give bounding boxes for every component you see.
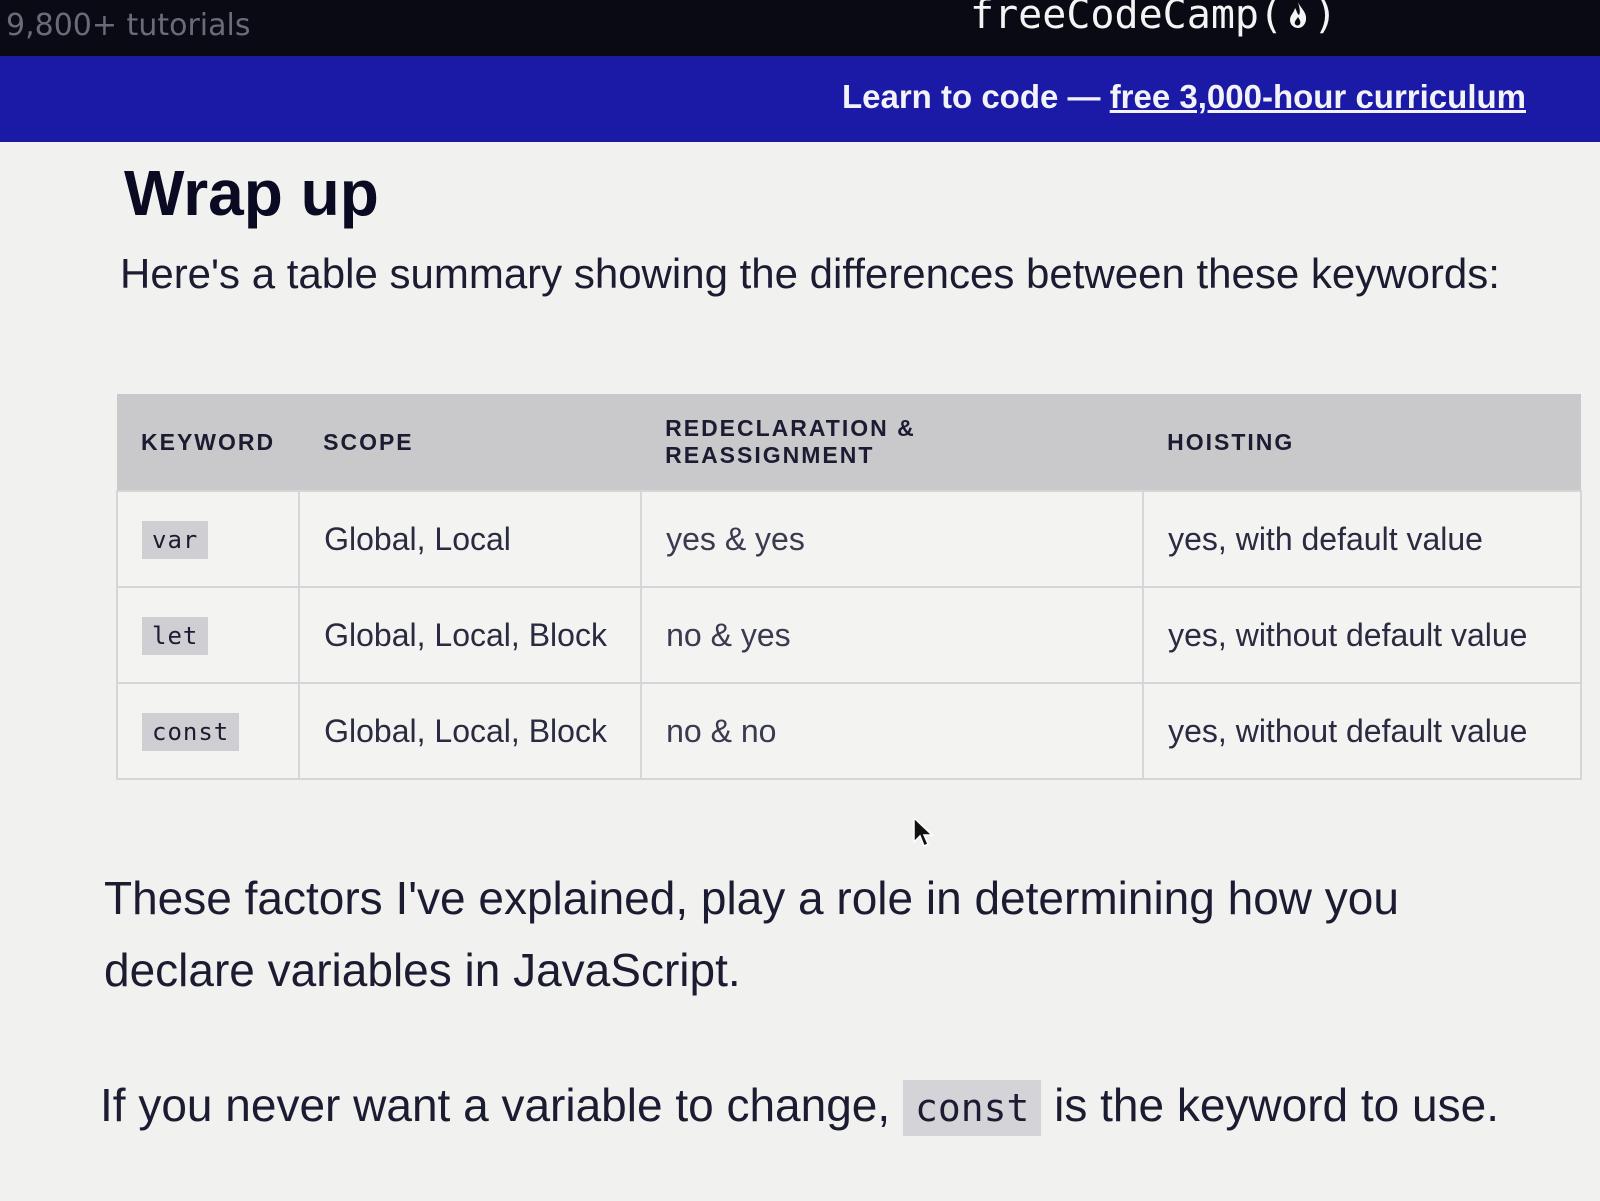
para2-before: If you never want a variable to change,: [100, 1079, 903, 1131]
banner-prefix: Learn to code —: [841, 78, 1110, 115]
section-heading: Wrap up: [124, 157, 379, 229]
tutorial-count: 9,800+ tutorials: [6, 8, 251, 43]
flame-icon: [1290, 2, 1307, 28]
keyword-code: const: [142, 713, 240, 751]
cell-scope: Global, Local, Block: [298, 586, 643, 684]
const-recommendation-paragraph: If you never want a variable to change, …: [100, 1078, 1499, 1136]
cell-scope: Global, Local, Block: [298, 682, 643, 780]
header-hoisting: HOISTING: [1143, 394, 1581, 491]
header-redeclaration: REDECLARATION & REASSIGNMENT: [641, 394, 1144, 491]
header-scope: SCOPE: [299, 394, 642, 491]
cell-keyword: let: [115, 586, 301, 684]
logo-paren-close: ): [1313, 0, 1338, 38]
cell-keyword: const: [115, 682, 301, 780]
cell-scope: Global, Local: [298, 490, 643, 588]
banner-text: Learn to code — free 3,000-hour curricul…: [842, 78, 1526, 116]
logo-text: freeCodeCamp: [970, 0, 1259, 38]
table-header-row: KEYWORD SCOPE REDECLARATION & REASSIGNME…: [117, 394, 1581, 491]
inline-code-const: const: [902, 1080, 1042, 1136]
intro-paragraph: Here's a table summary showing the diffe…: [120, 250, 1500, 297]
cell-hoisting: yes, without default value: [1142, 586, 1582, 684]
article-body: Wrap up Here's a table summary showing t…: [0, 142, 1600, 1201]
curriculum-link[interactable]: free 3,000-hour curriculum: [1110, 78, 1526, 115]
top-navbar: 9,800+ tutorials freeCodeCamp ( ): [0, 0, 1600, 56]
table-row: const Global, Local, Block no & no yes, …: [115, 682, 1582, 780]
mouse-pointer-icon: [913, 816, 934, 848]
logo-paren-open: (: [1258, 0, 1284, 38]
cell-keyword: var: [115, 490, 301, 588]
keyword-code: var: [142, 521, 209, 559]
cell-hoisting: yes, without default value: [1142, 682, 1582, 780]
cell-hoisting: yes, with default value: [1142, 490, 1582, 588]
site-logo[interactable]: freeCodeCamp ( ): [970, 0, 1337, 38]
promo-banner: Learn to code — free 3,000-hour curricul…: [0, 56, 1600, 142]
header-keyword: KEYWORD: [117, 394, 300, 491]
keyword-comparison-table: KEYWORD SCOPE REDECLARATION & REASSIGNME…: [115, 394, 1582, 780]
table-row: let Global, Local, Block no & yes yes, w…: [115, 586, 1582, 684]
para2-after: is the keyword to use.: [1041, 1079, 1499, 1131]
table-row: var Global, Local yes & yes yes, with de…: [115, 490, 1582, 588]
cell-redeclaration: no & yes: [640, 586, 1145, 684]
cell-redeclaration: no & no: [640, 682, 1145, 780]
keyword-code: let: [142, 617, 209, 655]
cell-redeclaration: yes & yes: [640, 490, 1145, 588]
explanation-paragraph: These factors I've explained, play a rol…: [104, 872, 1399, 996]
